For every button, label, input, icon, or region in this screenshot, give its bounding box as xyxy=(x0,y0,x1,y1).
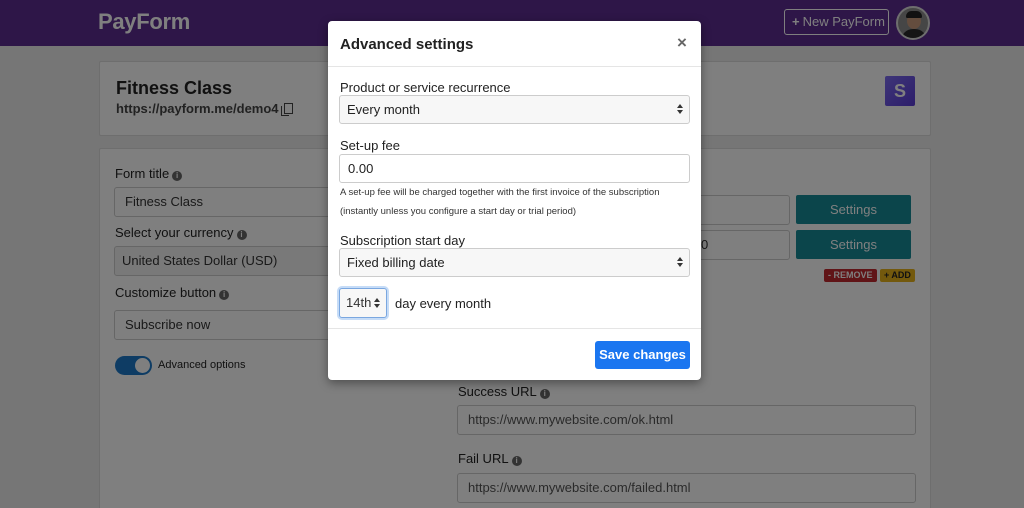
recurrence-select[interactable]: Every month xyxy=(339,95,690,124)
setup-fee-help-line-2: (instantly unless you configure a start … xyxy=(340,206,577,217)
close-icon[interactable]: × xyxy=(677,33,687,53)
billing-day-select[interactable]: 14th xyxy=(339,288,387,318)
advanced-settings-modal: Advanced settings × Product or service r… xyxy=(328,21,701,380)
setup-fee-help-line-1: A set-up fee will be charged together wi… xyxy=(340,187,660,198)
start-day-value: Fixed billing date xyxy=(347,255,445,270)
setup-fee-input[interactable]: 0.00 xyxy=(339,154,690,183)
billing-day-suffix: day every month xyxy=(395,296,492,311)
recurrence-label: Product or service recurrence xyxy=(340,80,511,95)
start-day-label: Subscription start day xyxy=(340,233,466,248)
save-changes-button[interactable]: Save changes xyxy=(595,341,690,369)
start-day-select[interactable]: Fixed billing date xyxy=(339,248,690,277)
select-arrows-icon xyxy=(677,257,684,268)
modal-footer-divider xyxy=(328,328,701,329)
select-arrows-icon xyxy=(374,298,381,309)
modal-header-divider xyxy=(328,66,701,67)
setup-fee-label: Set-up fee xyxy=(340,138,400,153)
select-arrows-icon xyxy=(677,104,684,115)
billing-day-value: 14th xyxy=(346,295,372,310)
recurrence-value: Every month xyxy=(347,102,420,117)
modal-title: Advanced settings xyxy=(340,36,474,53)
